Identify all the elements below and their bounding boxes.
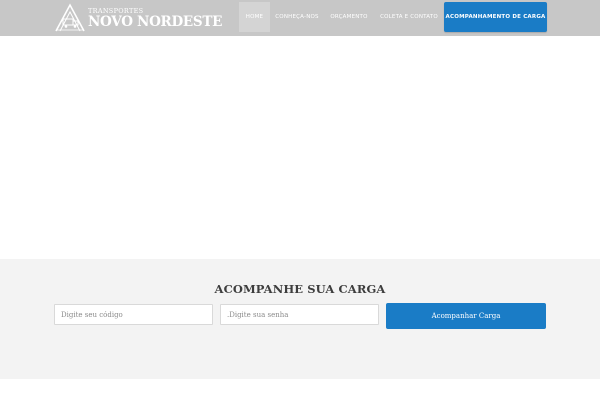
nav-item-home[interactable]: HOME (239, 2, 270, 32)
tracking-code-input[interactable] (54, 304, 213, 325)
site-header: TRANSPORTES NOVO NORDESTE HOME CONHEÇA-N… (0, 0, 600, 36)
tracking-title: ACOMPANHE SUA CARGA (214, 282, 386, 296)
nav-item-conheca-nos[interactable]: CONHEÇA-NOS (273, 2, 321, 32)
truck-logo-icon (55, 3, 85, 32)
nav-item-orcamento[interactable]: ORÇAMENTO (326, 2, 372, 32)
hero-banner (0, 36, 600, 259)
tracking-section: ACOMPANHE SUA CARGA Acompanhar Carga (0, 259, 600, 379)
nav-item-acompanhamento-de-carga[interactable]: ACOMPANHAMENTO DE CARGA (444, 2, 547, 32)
brand-logo[interactable]: TRANSPORTES NOVO NORDESTE (54, 3, 222, 33)
nav-item-coleta-e-contato[interactable]: COLETA E CONTATO (378, 2, 440, 32)
page-footer-area (0, 379, 600, 400)
brand-name: NOVO NORDESTE (88, 14, 223, 30)
tracking-password-input[interactable] (220, 304, 379, 325)
track-cargo-button[interactable]: Acompanhar Carga (386, 303, 546, 329)
